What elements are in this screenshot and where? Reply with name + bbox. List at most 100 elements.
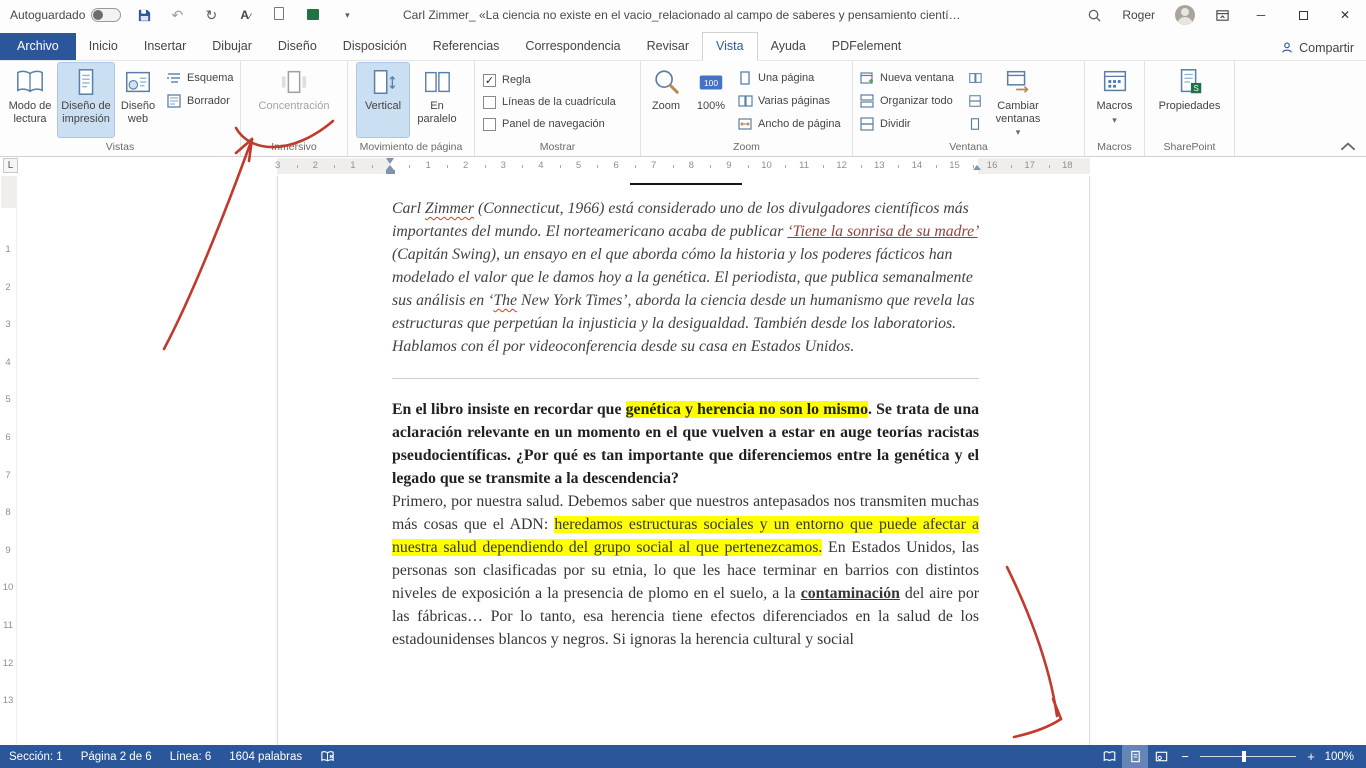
side-to-side-button[interactable]: En paralelo [409, 63, 465, 137]
zoom-slider-thumb[interactable] [1242, 751, 1246, 762]
green-table-icon[interactable] [304, 7, 322, 23]
status-web-layout-icon[interactable] [1148, 745, 1174, 768]
tab-diseno[interactable]: Diseño [265, 33, 330, 60]
checkbox-navegacion[interactable]: Panel de navegación [483, 115, 616, 133]
macros-button[interactable]: Macros ▾ [1089, 63, 1141, 137]
undo-icon[interactable]: ↶ [168, 7, 186, 24]
read-mode-book-icon [15, 67, 45, 97]
properties-button[interactable]: Propiedades [1157, 63, 1223, 137]
view-side-by-side-button[interactable] [964, 68, 986, 88]
dropdown-arrow-icon: ▾ [1112, 114, 1117, 125]
status-line[interactable]: Línea: 6 [161, 745, 221, 768]
ruler-row: L 3 2 1 1 2 3 4 5 6 7 8 9 10 11 12 13 14 15 16 17 18 [0, 157, 1366, 176]
checkbox-cuadricula[interactable]: Líneas de la cuadrícula [483, 93, 616, 111]
save-icon[interactable] [137, 8, 152, 23]
spell-check-icon[interactable] [311, 745, 344, 768]
vertical-ruler[interactable]: 1 2 3 4 5 6 7 8 9 10 11 12 13 [0, 176, 17, 745]
checkbox-mark: ✓ [483, 73, 496, 87]
reset-window-icon [968, 117, 982, 131]
titlebar-right: Roger ─ ✕ [1077, 0, 1366, 30]
text-divider [392, 378, 979, 379]
status-page[interactable]: Página 2 de 6 [72, 745, 161, 768]
paragraph-q[interactable]: En el libro insiste en recordar que gené… [392, 398, 979, 490]
tab-correspondencia[interactable]: Correspondencia [512, 33, 633, 60]
autosave-control[interactable]: Autoguardado [10, 8, 122, 22]
titlebar: Autoguardado ↶ ↻ A∕ ▾ Carl Zimmer_ «La c… [0, 0, 1366, 30]
vertical-move-button[interactable]: Vertical [356, 62, 410, 138]
status-section[interactable]: Sección: 1 [0, 745, 72, 768]
zoom-out-icon[interactable]: − [1174, 749, 1196, 764]
minimize-button[interactable]: ─ [1240, 0, 1282, 30]
autosave-label: Autoguardado [10, 8, 86, 22]
maximize-button[interactable] [1282, 0, 1324, 30]
zoom-100-button[interactable]: 100% [689, 63, 733, 137]
redo-icon[interactable]: ↻ [202, 7, 220, 24]
checkbox-regla[interactable]: ✓ Regla [483, 71, 616, 89]
web-layout-button[interactable]: Diseño web [114, 63, 162, 137]
group-label-movimiento: Movimiento de página [359, 141, 463, 153]
print-layout-page-icon [71, 67, 101, 97]
arrange-all-button[interactable]: Organizar todo [855, 91, 958, 111]
group-label-vistas: Vistas [105, 141, 135, 153]
one-page-icon [737, 70, 753, 86]
left-indent-marker[interactable] [386, 170, 395, 174]
document-page[interactable]: Carl Zimmer (Connecticut, 1966) está con… [277, 176, 1090, 745]
one-page-button[interactable]: Una página [733, 68, 845, 88]
close-button[interactable]: ✕ [1324, 0, 1366, 30]
tab-vista[interactable]: Vista [702, 32, 758, 61]
arrange-all-icon [859, 93, 875, 109]
letter-a-icon[interactable]: A∕ [236, 8, 254, 22]
status-read-mode-icon[interactable] [1096, 745, 1122, 768]
ribbon-options-icon[interactable] [1205, 0, 1240, 30]
document-body[interactable]: Carl Zimmer (Connecticut, 1966) está con… [392, 197, 979, 651]
tab-pdfelement[interactable]: PDFelement [819, 33, 914, 60]
switch-windows-button[interactable]: Cambiar ventanas ▾ [986, 63, 1050, 139]
horizontal-ruler[interactable]: 3 2 1 1 2 3 4 5 6 7 8 9 10 11 12 13 14 15 16 17 18 [0, 157, 1366, 176]
new-window-button[interactable]: Nueva ventana [855, 68, 958, 88]
tab-inicio[interactable]: Inicio [76, 33, 131, 60]
tab-dibujar[interactable]: Dibujar [199, 33, 265, 60]
multiple-pages-button[interactable]: Varias páginas [733, 91, 845, 111]
collapse-ribbon-chevron-icon[interactable] [1340, 141, 1356, 153]
read-mode-button[interactable]: Modo de lectura [2, 63, 58, 137]
outline-view-button[interactable]: Esquema [162, 68, 237, 88]
chevron-down-icon[interactable]: ▾ [338, 10, 356, 21]
sync-scroll-button[interactable] [964, 91, 986, 111]
sync-scroll-icon [968, 94, 982, 108]
split-button[interactable]: Dividir [855, 114, 958, 134]
share-button[interactable]: Compartir [1280, 41, 1354, 55]
page-width-icon [737, 116, 753, 132]
status-print-layout-icon[interactable] [1122, 745, 1148, 768]
reset-window-button[interactable] [964, 114, 986, 134]
first-line-indent-marker[interactable] [386, 158, 394, 164]
zoom-100-badge-icon [696, 67, 726, 97]
focus-button[interactable]: Concentración [254, 63, 334, 137]
tab-archivo[interactable]: Archivo [0, 33, 76, 60]
zoom-in-icon[interactable]: + [1300, 749, 1322, 764]
avatar[interactable] [1165, 0, 1205, 30]
tab-disposicion[interactable]: Disposición [330, 33, 420, 60]
page-width-button[interactable]: Ancho de página [733, 114, 845, 134]
paragraph-intro[interactable]: Carl Zimmer (Connecticut, 1966) está con… [392, 197, 979, 358]
dropdown-arrow-icon: ▾ [1015, 127, 1021, 138]
paragraph-a[interactable]: Primero, por nuestra salud. Debemos sabe… [392, 490, 979, 651]
share-person-icon [1280, 41, 1294, 55]
zoom-button[interactable]: Zoom [643, 63, 689, 137]
user-name[interactable]: Roger [1112, 0, 1165, 30]
status-word-count[interactable]: 1604 palabras [220, 745, 311, 768]
search-icon[interactable] [1077, 0, 1112, 30]
ribbon-group-macros: Macros ▾ Macros [1085, 61, 1145, 156]
tab-revisar[interactable]: Revisar [634, 33, 702, 60]
draft-view-button[interactable]: Borrador [162, 91, 237, 111]
autosave-toggle[interactable] [91, 8, 122, 22]
tab-insertar[interactable]: Insertar [131, 33, 199, 60]
tab-referencias[interactable]: Referencias [420, 33, 513, 60]
touch-page-icon[interactable] [270, 7, 288, 23]
tab-ayuda[interactable]: Ayuda [758, 33, 819, 60]
zoom-percentage[interactable]: 100% [1322, 751, 1366, 763]
right-indent-marker[interactable] [973, 165, 981, 170]
web-layout-page-icon [123, 67, 153, 97]
vertical-move-icon [368, 67, 398, 97]
zoom-slider[interactable] [1200, 751, 1296, 762]
print-layout-button[interactable]: Diseño de impresión [57, 62, 115, 138]
